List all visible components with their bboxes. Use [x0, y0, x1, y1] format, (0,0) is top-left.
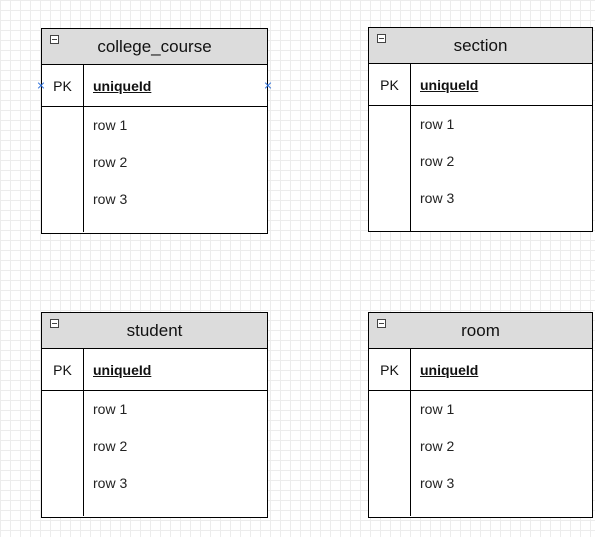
attribute-row[interactable]: row 1 — [411, 397, 454, 434]
entity-title: room — [461, 320, 500, 340]
entity-title: section — [453, 35, 508, 55]
connection-point-icon[interactable] — [264, 82, 272, 90]
diagram-canvas[interactable]: college_course PK uniqueId row 1 row 2 r… — [0, 0, 595, 537]
primary-key-row[interactable]: PK uniqueId — [42, 349, 267, 391]
collapse-icon[interactable] — [50, 319, 59, 328]
entity-header[interactable]: section — [369, 28, 592, 64]
key-column — [42, 391, 84, 516]
entity-title: student — [126, 320, 183, 340]
entity-title: college_course — [97, 36, 212, 56]
attribute-row[interactable]: row 2 — [411, 149, 454, 186]
collapse-icon[interactable] — [377, 319, 386, 328]
connection-point-icon[interactable] — [37, 82, 45, 90]
entity-header[interactable]: room — [369, 313, 592, 349]
pk-field[interactable]: uniqueId — [411, 64, 478, 105]
attribute-rows: row 1 row 2 row 3 — [369, 106, 592, 231]
entity-section[interactable]: section PK uniqueId row 1 row 2 row 3 — [368, 27, 593, 232]
key-column — [369, 106, 411, 231]
attribute-row[interactable]: row 3 — [411, 471, 454, 508]
primary-key-row[interactable]: PK uniqueId — [369, 349, 592, 391]
attribute-row[interactable]: row 2 — [84, 434, 127, 471]
attribute-row[interactable]: row 2 — [84, 150, 127, 187]
attribute-row[interactable]: row 2 — [411, 434, 454, 471]
entity-header[interactable]: college_course — [42, 29, 267, 65]
pk-field[interactable]: uniqueId — [84, 65, 151, 106]
pk-label: PK — [42, 65, 84, 106]
collapse-icon[interactable] — [377, 34, 386, 43]
entity-room[interactable]: room PK uniqueId row 1 row 2 row 3 — [368, 312, 593, 518]
primary-key-row[interactable]: PK uniqueId — [42, 65, 267, 107]
attribute-row[interactable]: row 1 — [84, 397, 127, 434]
key-column — [369, 391, 411, 516]
attribute-row[interactable]: row 3 — [84, 187, 127, 224]
pk-field[interactable]: uniqueId — [411, 349, 478, 390]
pk-label: PK — [369, 349, 411, 390]
attribute-rows: row 1 row 2 row 3 — [42, 391, 267, 516]
primary-key-row[interactable]: PK uniqueId — [369, 64, 592, 106]
entity-college-course[interactable]: college_course PK uniqueId row 1 row 2 r… — [41, 28, 268, 234]
collapse-icon[interactable] — [50, 35, 59, 44]
pk-field[interactable]: uniqueId — [84, 349, 151, 390]
attribute-row[interactable]: row 1 — [411, 112, 454, 149]
pk-label: PK — [42, 349, 84, 390]
attribute-row[interactable]: row 3 — [84, 471, 127, 508]
attribute-rows: row 1 row 2 row 3 — [369, 391, 592, 516]
attribute-row[interactable]: row 1 — [84, 113, 127, 150]
entity-header[interactable]: student — [42, 313, 267, 349]
attribute-rows: row 1 row 2 row 3 — [42, 107, 267, 232]
attribute-row[interactable]: row 3 — [411, 186, 454, 223]
pk-label: PK — [369, 64, 411, 105]
entity-student[interactable]: student PK uniqueId row 1 row 2 row 3 — [41, 312, 268, 518]
key-column — [42, 107, 84, 232]
